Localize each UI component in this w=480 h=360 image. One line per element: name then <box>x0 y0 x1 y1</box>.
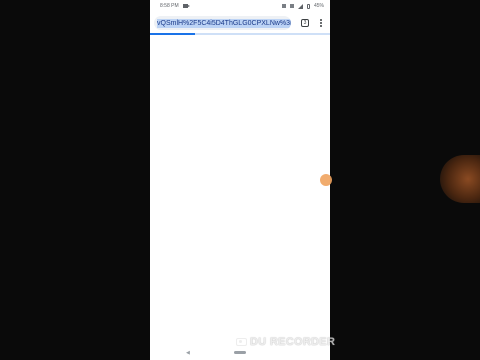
blurred-bubble-glow <box>440 155 480 203</box>
screen: 8:58 PM 45% vQSmlH%2F5C4i5D4ThGLG0CPXLNw… <box>0 0 480 360</box>
notification-icon <box>281 4 286 8</box>
blurred-background-left <box>0 0 150 360</box>
status-bar: 8:58 PM 45% <box>150 0 330 12</box>
blurred-background-right <box>330 0 480 360</box>
back-icon[interactable]: ◀ <box>186 350 190 356</box>
signal-icon <box>297 3 303 9</box>
recorder-watermark: DU RECORDER <box>236 334 335 350</box>
phone-screen: 8:58 PM 45% vQSmlH%2F5C4i5D4ThGLG0CPXLNw… <box>150 0 330 360</box>
address-bar[interactable]: vQSmlH%2F5C4i5D4ThGLG0CPXLNw%3D% <box>154 16 291 30</box>
recorder-camera-icon <box>236 338 247 346</box>
camera-icon <box>182 4 190 8</box>
page-content[interactable] <box>150 35 330 340</box>
status-right: 45% <box>281 3 324 9</box>
menu-dot <box>320 18 322 21</box>
url-text[interactable]: vQSmlH%2F5C4i5D4ThGLG0CPXLNw%3D% <box>157 18 291 28</box>
recorder-floating-bubble[interactable] <box>320 174 332 186</box>
battery-percent: 45% <box>313 3 324 9</box>
tabs-icon[interactable]: 3 <box>301 19 309 27</box>
status-time: 8:58 PM <box>160 3 179 9</box>
menu-dot <box>320 21 322 24</box>
status-left: 8:58 PM <box>160 3 190 9</box>
battery-icon <box>306 3 310 9</box>
home-pill-icon[interactable] <box>234 351 246 354</box>
browser-toolbar: vQSmlH%2F5C4i5D4ThGLG0CPXLNw%3D% 3 <box>150 13 330 33</box>
wifi-icon <box>289 4 294 8</box>
watermark-text: DU RECORDER <box>250 336 336 348</box>
more-vert-icon[interactable] <box>318 18 324 28</box>
menu-dot <box>320 25 322 28</box>
